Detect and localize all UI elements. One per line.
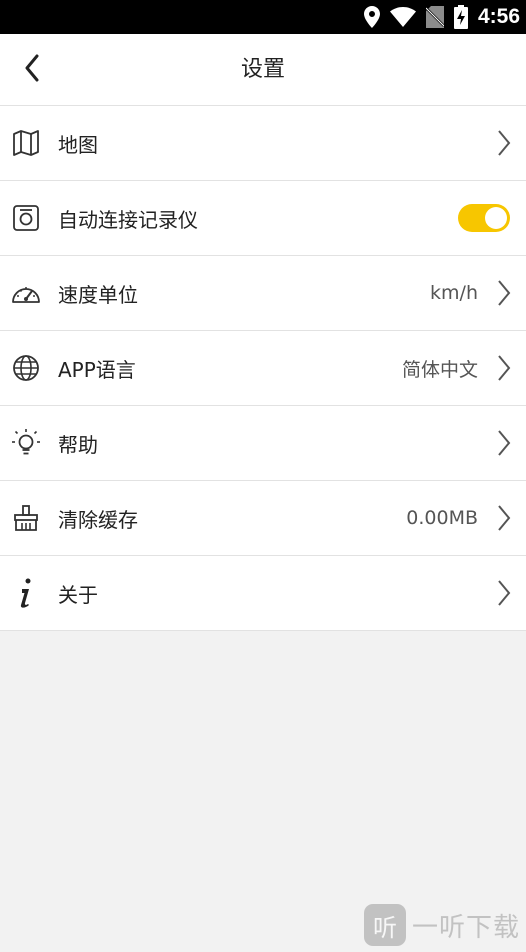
- settings-item-map[interactable]: 地图: [0, 106, 526, 181]
- settings-item-speed-unit[interactable]: 速度单位 km/h: [0, 256, 526, 331]
- settings-item-label: 地图: [58, 132, 98, 157]
- broom-icon: [10, 502, 42, 534]
- speedometer-icon: [10, 277, 42, 309]
- settings-item-label: 速度单位: [58, 282, 138, 307]
- status-bar: 4:56: [0, 0, 526, 34]
- chevron-right-icon: [494, 277, 514, 309]
- chevron-right-icon: [494, 352, 514, 384]
- no-sim-icon: [425, 6, 444, 28]
- app-language-value: 简体中文: [401, 358, 478, 381]
- watermark-logo-text: 听: [372, 913, 397, 942]
- settings-item-app-language[interactable]: APP语言 简体中文: [0, 331, 526, 406]
- settings-item-clear-cache[interactable]: 清除缓存 0.00MB: [0, 481, 526, 556]
- settings-list: 地图 自动连接记录仪 速度单位 km/h APP语言 简体中文 帮助 清除缓存 …: [0, 106, 526, 631]
- watermark: 听 一听下载: [363, 904, 520, 946]
- status-time: 4:56: [477, 5, 520, 28]
- chevron-right-icon: [494, 577, 514, 609]
- info-icon: [10, 577, 42, 609]
- header: 设置: [0, 34, 526, 106]
- globe-icon: [10, 352, 42, 384]
- location-icon: [363, 6, 380, 28]
- page-title: 设置: [240, 57, 285, 82]
- settings-item-label: 清除缓存: [58, 507, 138, 532]
- settings-item-help[interactable]: 帮助: [0, 406, 526, 481]
- wifi-icon: [389, 7, 416, 27]
- map-icon: [10, 127, 42, 159]
- chevron-left-icon: [24, 54, 40, 86]
- settings-item-auto-connect-recorder[interactable]: 自动连接记录仪: [0, 181, 526, 256]
- speed-unit-value: km/h: [430, 282, 478, 304]
- settings-item-label: APP语言: [58, 357, 136, 382]
- settings-item-label: 关于: [58, 582, 98, 607]
- lightbulb-icon: [10, 427, 42, 459]
- chevron-right-icon: [494, 427, 514, 459]
- chevron-right-icon: [494, 127, 514, 159]
- battery-charging-icon: [453, 5, 468, 29]
- toggle-knob: [485, 207, 507, 229]
- back-button[interactable]: [10, 48, 54, 92]
- camera-recorder-icon: [10, 202, 42, 234]
- settings-item-about[interactable]: 关于: [0, 556, 526, 631]
- auto-connect-toggle[interactable]: [458, 204, 510, 232]
- settings-item-label: 帮助: [58, 432, 98, 457]
- watermark-text: 一听下载: [411, 912, 520, 943]
- cache-size-value: 0.00MB: [406, 507, 478, 529]
- chevron-right-icon: [494, 502, 514, 534]
- watermark-logo: 听: [363, 904, 406, 946]
- settings-item-label: 自动连接记录仪: [58, 207, 198, 232]
